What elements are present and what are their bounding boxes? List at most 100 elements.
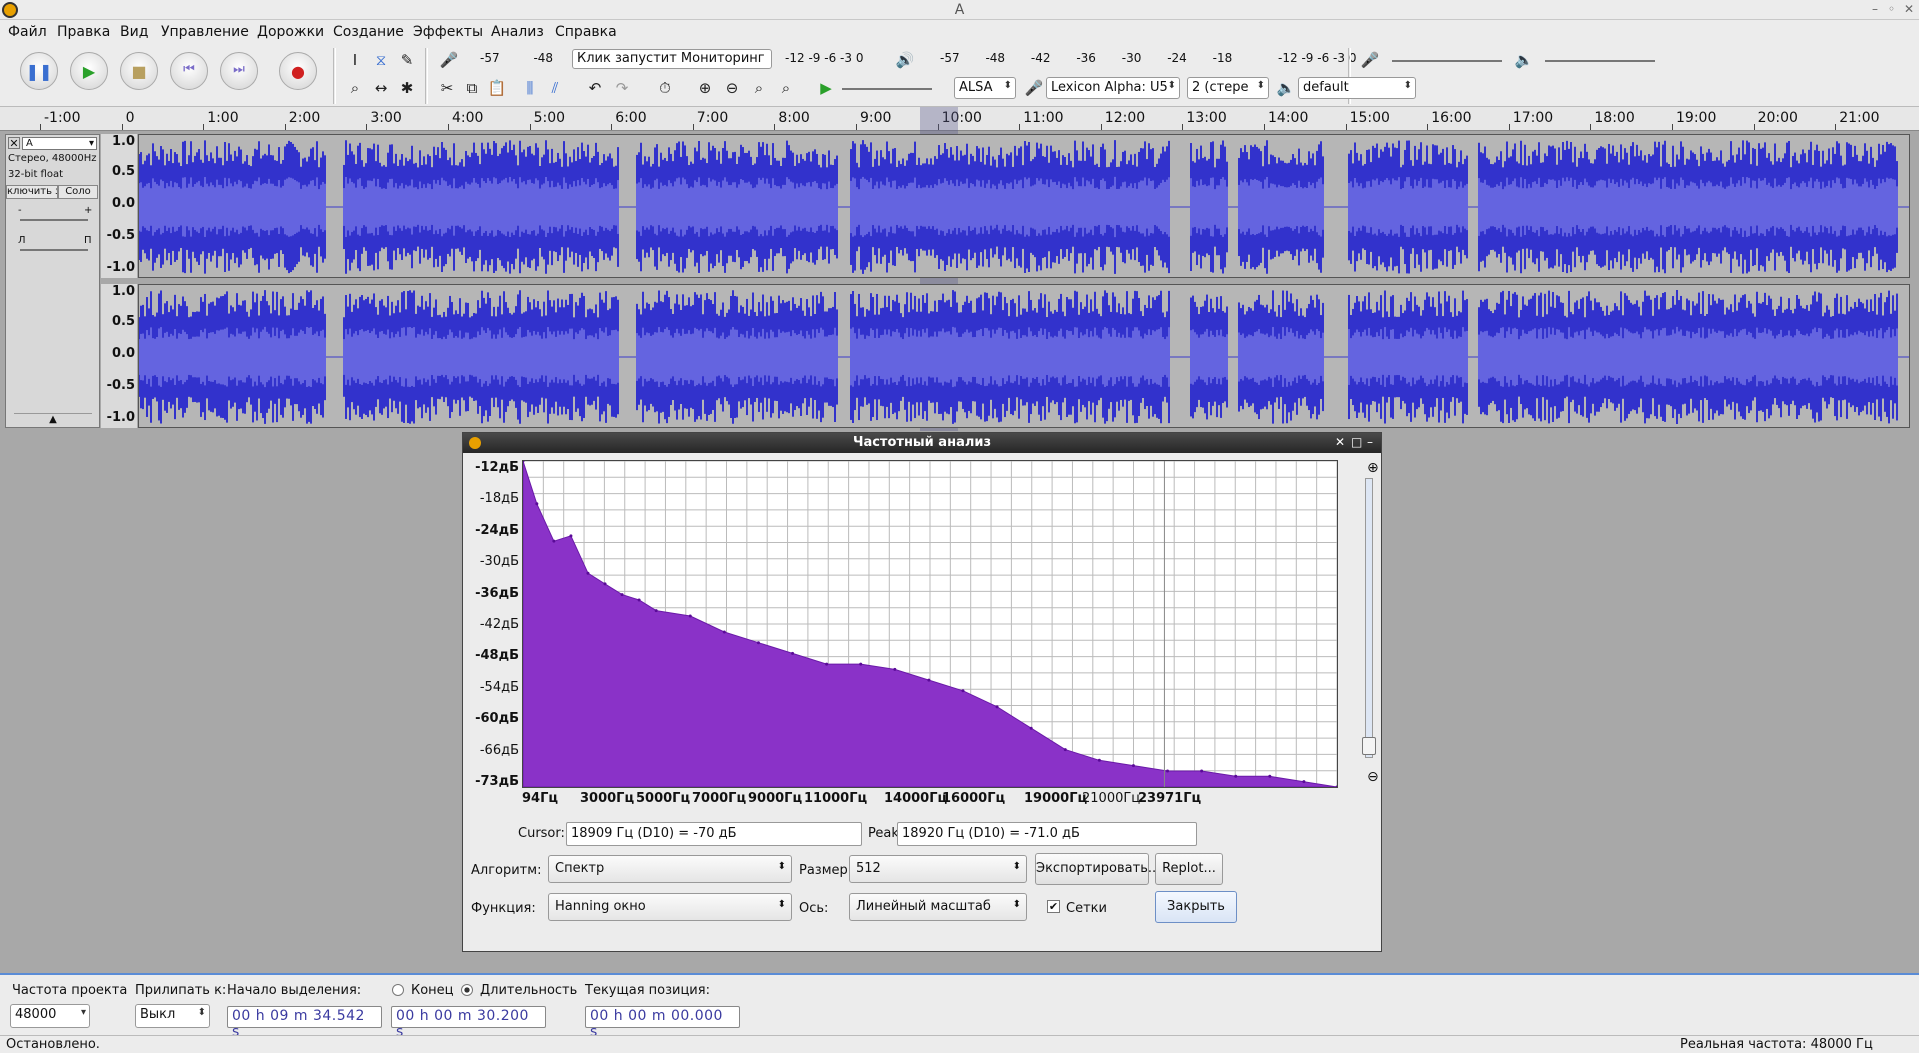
dialog-close-icon[interactable]: ✕ (1335, 435, 1345, 449)
waveform-right-channel[interactable] (138, 284, 1910, 428)
track-control-panel: ✕ A ▾ Стерео, 48000Hz 32-bit float ключит… (5, 134, 100, 428)
dialog-minimize-icon[interactable]: – (1367, 435, 1373, 449)
play-at-speed-icon[interactable]: ▶ (814, 76, 838, 100)
zoom-slider-handle[interactable] (1362, 737, 1376, 755)
trim-icon[interactable]: ⫼ (518, 76, 542, 100)
cursor-value-field[interactable]: 18909 Гц (D10) = -70 дБ (566, 822, 862, 846)
replot-button[interactable]: Replot... (1155, 853, 1223, 885)
menu-analyze[interactable]: Анализ (491, 24, 544, 40)
multi-tool-icon[interactable]: ✱ (395, 76, 419, 100)
spectrum-x-axis: 94Гц 3000Гц 5000Гц 7000Гц 9000Гц 11000Гц 14000… (522, 791, 1338, 809)
silence-icon[interactable]: ⫽ (543, 76, 567, 100)
skip-end-button[interactable]: ⏭ (220, 52, 258, 90)
menu-generate[interactable]: Создание (333, 24, 404, 40)
zoom-slider-track[interactable] (1365, 478, 1373, 758)
close-button[interactable]: Закрыть (1155, 891, 1237, 923)
zoom-out-icon[interactable]: ⊖ (720, 76, 744, 100)
stop-button[interactable]: ■ (120, 52, 158, 90)
spectrum-data-point (586, 571, 590, 575)
zoom-in-icon[interactable]: ⊕ (1367, 460, 1379, 476)
spectrum-data-point (859, 662, 863, 666)
gain-plus-label: + (84, 205, 93, 216)
spectrum-y-axis: -12дБ -18дБ -24дБ -30дБ -36дБ -42дБ -48дБ -54дБ… (463, 460, 519, 789)
menu-file[interactable]: Файл (8, 24, 47, 40)
function-select[interactable]: Hanning окно ⬍ (548, 893, 792, 921)
length-radio[interactable] (461, 984, 473, 996)
menu-transport[interactable]: Управление (161, 24, 249, 40)
ruler-tick-label: 20:00 (1757, 110, 1798, 126)
mic-volume-slider[interactable] (1392, 60, 1502, 62)
axis-select[interactable]: Линейный масштаб ⬍ (849, 893, 1027, 921)
envelope-tool-icon[interactable]: ⧖ (369, 48, 393, 72)
channels-select[interactable]: 2 (стере ⬍ (1187, 77, 1269, 99)
menu-tracks[interactable]: Дорожки (257, 24, 324, 40)
pan-slider[interactable] (20, 249, 88, 251)
algorithm-select[interactable]: Спектр ⬍ (548, 855, 792, 883)
record-button[interactable]: ● (279, 52, 317, 90)
selection-start-time[interactable]: 00 h 09 m 34.542 s (227, 1006, 382, 1040)
zoom-tool-icon[interactable]: ⌕ (343, 76, 367, 100)
collapse-track-icon[interactable]: ▲ (14, 413, 92, 425)
skip-end-icon: ⏭ (233, 62, 245, 77)
paste-icon[interactable]: 📋 (485, 76, 509, 100)
menu-help[interactable]: Справка (555, 24, 617, 40)
solo-button[interactable]: Соло (58, 185, 98, 199)
chevron-updown-icon: ⬍ (777, 861, 786, 872)
record-meter-icon[interactable]: 🎤 (437, 48, 461, 72)
skip-start-button[interactable]: ⏮ (170, 52, 208, 90)
snap-select[interactable]: Выкл ⬍ (135, 1004, 210, 1028)
spectrum-plot[interactable] (521, 459, 1339, 789)
end-radio[interactable] (392, 984, 404, 996)
audio-position-time[interactable]: 00 h 00 m 00.000 s (585, 1006, 740, 1040)
playback-meter-icon[interactable]: 🔊 (893, 48, 917, 72)
project-rate-select[interactable]: 48000 ▾ (10, 1004, 90, 1028)
chevron-updown-icon: ⬍ (1403, 80, 1412, 91)
output-device-select[interactable]: default ⬍ (1298, 77, 1416, 99)
close-icon[interactable]: ✕ (1904, 2, 1914, 16)
cursor-label: Cursor: (518, 826, 565, 841)
dialog-maximize-icon[interactable]: □ (1351, 435, 1362, 449)
y-tick-label: -48дБ (475, 648, 519, 664)
size-select[interactable]: 512 ⬍ (849, 855, 1027, 883)
draw-tool-icon[interactable]: ✎ (395, 48, 419, 72)
maximize-icon[interactable]: ◦ (1888, 2, 1895, 16)
zoom-in-icon[interactable]: ⊕ (693, 76, 717, 100)
speaker-volume-slider[interactable] (1545, 60, 1655, 62)
spectrum-data-point (1302, 780, 1306, 784)
waveform-svg (139, 140, 1909, 274)
input-device-select[interactable]: Lexicon Alpha: U5 ⬍ (1046, 77, 1180, 99)
cut-icon[interactable]: ✂ (435, 76, 459, 100)
minimize-icon[interactable]: – (1872, 2, 1878, 16)
track-name-menu[interactable]: A ▾ (22, 137, 97, 150)
status-bar: Остановлено. Реальная частота: 48000 Гц (0, 1035, 1919, 1053)
redo-icon[interactable]: ↷ (610, 76, 634, 100)
mute-button[interactable]: ключить звук (6, 185, 58, 199)
ruler-tick-label: 4:00 (452, 110, 484, 126)
play-button[interactable]: ▶ (70, 52, 108, 90)
close-track-icon[interactable]: ✕ (8, 137, 20, 150)
scale-label: 0.0 (111, 196, 135, 211)
monitor-hint[interactable]: Клик запустит Мониторинг (572, 49, 772, 69)
sync-lock-icon[interactable]: ⏱ (653, 76, 677, 100)
undo-icon[interactable]: ↶ (583, 76, 607, 100)
copy-icon[interactable]: ⧉ (460, 76, 484, 100)
menu-edit[interactable]: Правка (57, 24, 110, 40)
fit-project-icon[interactable]: ⌕ (774, 76, 798, 100)
menu-effects[interactable]: Эффекты (413, 24, 483, 40)
timeshift-tool-icon[interactable]: ↔ (369, 76, 393, 100)
zoom-out-icon[interactable]: ⊖ (1367, 769, 1379, 785)
play-speed-slider[interactable] (842, 88, 932, 90)
timeline-ruler[interactable]: -1:00 0 1:00 2:00 3:00 4:00 5:00 6:00 7:00 8:00 9:… (0, 107, 1919, 131)
grid-checkbox[interactable]: ✔ (1047, 900, 1060, 913)
export-button[interactable]: Экспортировать... (1035, 853, 1160, 885)
fit-selection-icon[interactable]: ⌕ (747, 76, 771, 100)
select-tool-icon[interactable]: I (343, 48, 367, 72)
menu-view[interactable]: Вид (120, 24, 148, 40)
selection-length-time[interactable]: 00 h 00 m 30.200 s (391, 1006, 546, 1040)
toolbar-separator (333, 48, 336, 104)
peak-value-field[interactable]: 18920 Гц (D10) = -71.0 дБ (897, 822, 1197, 846)
waveform-left-channel[interactable] (138, 134, 1910, 278)
pause-button[interactable]: ❚❚ (20, 52, 58, 90)
audio-host-select[interactable]: ALSA ⬍ (954, 77, 1016, 99)
gain-slider[interactable] (20, 219, 88, 221)
